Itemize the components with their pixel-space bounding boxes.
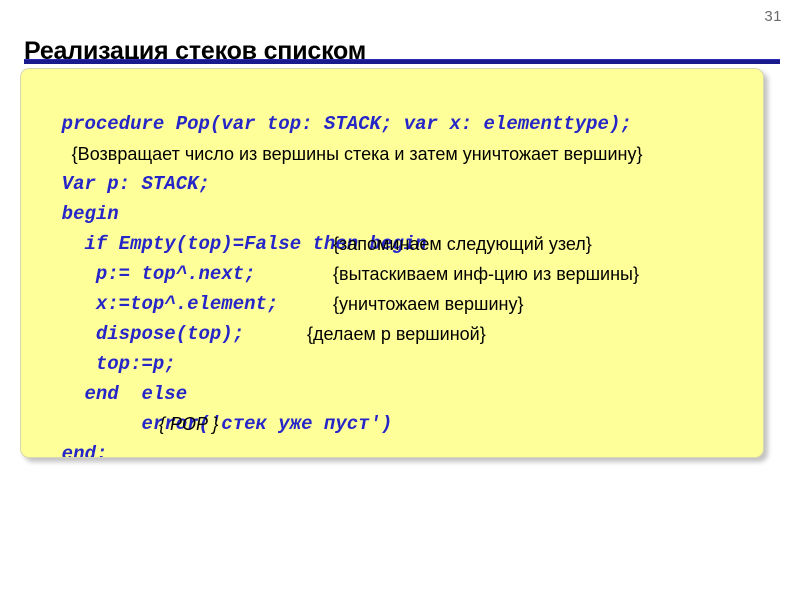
- code-line: if Empty(top)=False then begin: [21, 199, 763, 255]
- code-line: p:= top^.next; {запоминаем следующий узе…: [21, 229, 763, 285]
- code-line: x:=top^.element; {вытаскиваем инф-цию из…: [21, 259, 763, 315]
- slide-number: 31: [764, 8, 782, 25]
- code-panel: procedure Pop(var top: STACK; var x: ele…: [20, 68, 764, 458]
- comment-text: {вытаскиваем инф-цию из вершины}: [333, 264, 639, 284]
- code-line: dispose(top); {уничтожаем вершину}: [21, 289, 763, 345]
- code-line: end; { POP }: [21, 409, 763, 457]
- code-line: {Возвращает число из вершины стека и зат…: [21, 109, 763, 164]
- code-listing: procedure Pop(var top: STACK; var x: ele…: [21, 79, 763, 457]
- comment-text: {уничтожаем вершину}: [333, 294, 524, 314]
- code-line: error('стек уже пуст'): [21, 379, 763, 435]
- code-line: top:=p; {делаем р вершиной}: [21, 319, 763, 375]
- code-line: begin: [21, 169, 763, 225]
- code-line: procedure Pop(var top: STACK; var x: ele…: [21, 79, 763, 135]
- comment-text: { POP }: [159, 414, 219, 434]
- code-line: Var p: STACK;: [21, 139, 763, 195]
- comment-text: {делаем р вершиной}: [307, 324, 486, 344]
- code-line: end else: [21, 349, 763, 405]
- code-text: end;: [61, 443, 108, 458]
- comment-text: {запоминаем следующий узел}: [333, 234, 592, 254]
- title-underline-rule: [24, 59, 780, 64]
